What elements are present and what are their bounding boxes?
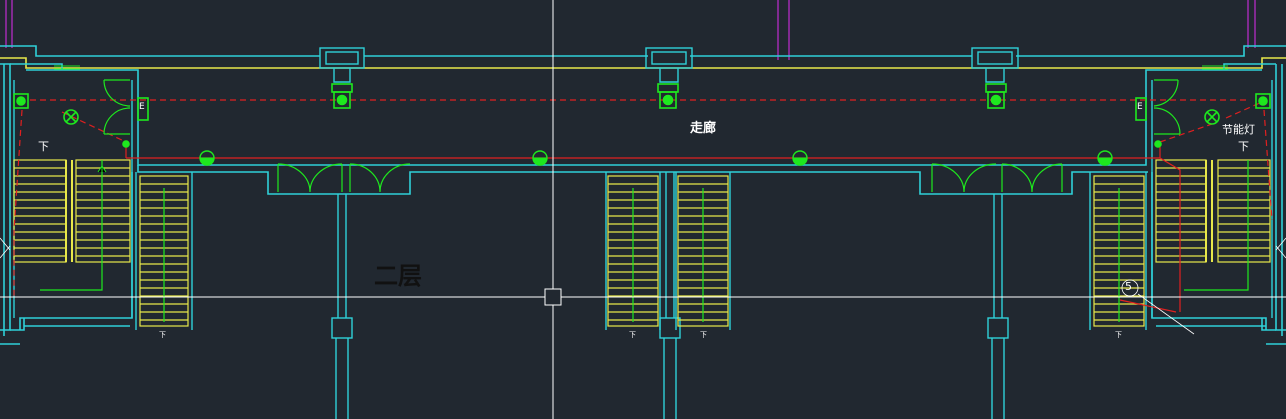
stair-flight [1217, 159, 1271, 263]
down-label-right: 下 [1238, 140, 1249, 153]
outer-walls [0, 45, 1286, 345]
exit-mark-right: E [1137, 102, 1143, 112]
exit-mark-left: E [139, 102, 145, 112]
stair-down-label-4: 下 [1115, 331, 1122, 339]
vent-marks [54, 65, 1228, 180]
stair-flight [75, 159, 131, 263]
cad-drawing-canvas[interactable]: 走廊 二层 节能灯 下 下 5 E E 下 下 下 下 [0, 0, 1286, 419]
stair-flight [13, 159, 67, 263]
window-boxes [319, 47, 1019, 83]
floor-label: 二层 [374, 262, 422, 290]
stair-down-label-3: 下 [700, 331, 707, 339]
axis-number-label: 5 [1125, 280, 1132, 293]
down-label-left: 下 [38, 140, 49, 153]
doors [40, 79, 1249, 291]
stair-shaft-walls [13, 80, 1273, 327]
wall-fixtures [13, 83, 1271, 148]
circuit-solid [125, 142, 1181, 313]
stair-down-label-2: 下 [629, 331, 636, 339]
column-grid-lines [5, 0, 1256, 60]
crosshair-cursor[interactable] [0, 0, 1286, 419]
energy-lamp-label: 节能灯 [1222, 123, 1255, 136]
stair-groups [13, 159, 1271, 327]
floor-plan-svg [0, 0, 1286, 419]
corridor-label: 走廊 [690, 121, 717, 136]
stair-down-label-1: 下 [159, 331, 166, 339]
stair-flight [1155, 159, 1207, 263]
